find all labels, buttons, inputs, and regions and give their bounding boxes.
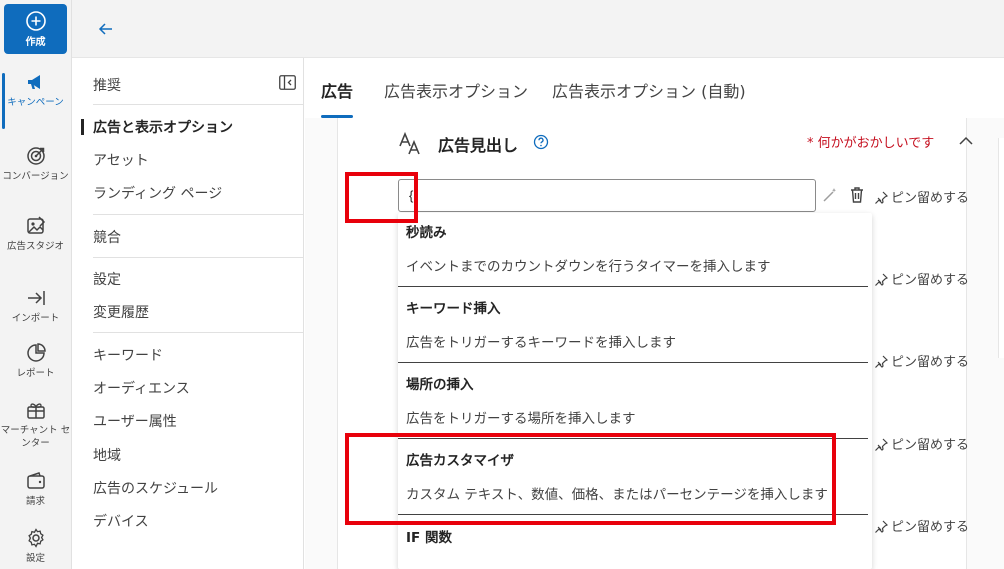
pin-button[interactable]: ピン留めする — [875, 269, 969, 288]
nav-item-competition[interactable]: 競合 — [93, 227, 121, 247]
rail-item-merchant-center[interactable]: マーチャント センター — [0, 399, 71, 450]
pin-label: ピン留めする — [891, 191, 970, 206]
rail-item-billing[interactable]: 請求 — [0, 470, 71, 508]
secondary-nav: 推奨 広告と表示オプション アセット ランディング ページ 競合 設定 変更履歴… — [72, 58, 304, 569]
back-arrow-icon[interactable] — [96, 19, 116, 39]
rail-label: マーチャント センター — [0, 425, 71, 449]
menu-item-description: イベントまでのカウントダウンを行うタイマーを挿入します — [406, 259, 771, 275]
nav-item-landing-pages[interactable]: ランディング ページ — [93, 183, 222, 203]
pin-button[interactable]: ピン留めする — [875, 516, 969, 535]
pin-label: ピン留めする — [891, 520, 970, 535]
nav-section-title: 推奨 — [93, 78, 121, 94]
menu-divider — [398, 286, 868, 287]
gear-icon — [27, 528, 44, 548]
create-label: 作成 — [25, 37, 46, 48]
nav-divider — [93, 257, 304, 258]
rail-label: 広告スタジオ — [6, 241, 64, 252]
wallet-icon — [26, 472, 45, 489]
pin-button[interactable]: ピン留めする — [875, 434, 969, 453]
menu-item-title: 広告カスタマイザ — [406, 453, 514, 469]
rail-label: レポート — [16, 368, 55, 379]
pin-icon — [875, 355, 889, 368]
pin-button[interactable]: ピン留めする — [875, 351, 969, 370]
nav-divider — [93, 332, 304, 333]
menu-item-title: IF 関数 — [406, 530, 452, 546]
rail-label: 設定 — [25, 553, 45, 564]
menu-item-location-insertion[interactable]: 場所の挿入 広告をトリガーする場所を挿入します — [398, 365, 868, 442]
pin-label: ピン留めする — [891, 273, 970, 288]
rail-item-conversions[interactable]: コンバージョン — [0, 145, 71, 183]
report-icon — [26, 343, 46, 362]
pin-icon — [875, 520, 889, 533]
text-size-icon — [399, 131, 420, 155]
plus-circle-icon — [25, 11, 46, 31]
pin-label: ピン留めする — [891, 355, 970, 370]
insert-dropdown-menu: 秒読み イベントまでのカウントダウンを行うタイマーを挿入します キーワード挿入 … — [398, 213, 872, 569]
nav-item-ads-and-extensions[interactable]: 広告と表示オプション — [81, 117, 233, 137]
menu-item-description: カスタム テキスト、数値、価格、またはパーセンテージを挿入します — [406, 487, 828, 503]
import-icon — [27, 291, 45, 305]
menu-item-description: 広告をトリガーするキーワードを挿入します — [406, 335, 676, 351]
rail-label: 請求 — [25, 496, 45, 507]
tab-ads[interactable]: 広告 — [321, 78, 354, 118]
help-icon[interactable] — [533, 134, 549, 150]
tab-bar: 広告 広告表示オプション 広告表示オプション (自動) — [305, 58, 1004, 118]
rail-item-settings[interactable]: 設定 — [0, 527, 71, 565]
rail-item-reports[interactable]: レポート — [0, 342, 71, 380]
create-button[interactable]: 作成 — [4, 4, 67, 54]
nav-divider — [93, 214, 304, 215]
merchant-gift-icon — [26, 403, 45, 419]
section-heading: 広告見出し — [438, 136, 519, 155]
nav-item-ad-schedule[interactable]: 広告のスケジュール — [93, 478, 218, 498]
trash-icon[interactable] — [849, 186, 865, 204]
menu-item-description: 広告をトリガーする場所を挿入します — [406, 411, 636, 427]
megaphone-icon — [27, 75, 40, 89]
menu-item-ad-customizer[interactable]: 広告カスタマイザ カスタム テキスト、数値、価格、またはパーセンテージを挿入しま… — [398, 441, 868, 518]
pin-icon — [875, 273, 889, 286]
ad-studio-icon — [26, 216, 45, 234]
rail-label: コンバージョン — [2, 171, 69, 182]
nav-item-devices[interactable]: デバイス — [93, 511, 149, 531]
menu-item-title: 場所の挿入 — [406, 377, 474, 393]
headline-card: 広告見出し * 何かがおかしいです ピン留めする ピン留めする ピン留めする ピ… — [337, 118, 973, 569]
rail-item-campaigns[interactable]: キャンペーン — [0, 71, 71, 129]
left-rail: 作成 キャンペーン コンバージョン 広告スタジオ インポート レポート マーチャ… — [0, 0, 72, 569]
rail-item-import[interactable]: インポート — [0, 287, 71, 325]
headline-input[interactable] — [398, 179, 816, 212]
pin-icon — [875, 438, 889, 451]
nav-item-keywords[interactable]: キーワード — [93, 345, 163, 365]
menu-item-keyword-insertion[interactable]: キーワード挿入 広告をトリガーするキーワードを挿入します — [398, 289, 868, 366]
pin-button[interactable]: ピン留めする — [875, 187, 969, 206]
tab-ad-extensions[interactable]: 広告表示オプション — [384, 78, 528, 102]
menu-item-title: キーワード挿入 — [406, 301, 501, 317]
nav-divider — [93, 104, 304, 105]
menu-item-title: 秒読み — [406, 225, 447, 241]
error-message: * 何かがおかしいです — [807, 136, 935, 151]
nav-item-assets[interactable]: アセット — [93, 150, 149, 170]
rail-label: キャンペーン — [7, 97, 64, 108]
main-content: 広告見出し * 何かがおかしいです ピン留めする ピン留めする ピン留めする ピ… — [305, 118, 1004, 569]
menu-item-if-function[interactable]: IF 関数 — [398, 518, 868, 569]
top-bar — [72, 0, 1004, 58]
chevron-up-icon[interactable] — [958, 134, 974, 148]
magic-wand-icon[interactable] — [821, 186, 839, 204]
rail-label: インポート — [11, 313, 60, 324]
menu-item-countdown[interactable]: 秒読み イベントまでのカウントダウンを行うタイマーを挿入します — [398, 213, 868, 290]
side-card — [998, 138, 1004, 358]
nav-item-demographics[interactable]: ユーザー属性 — [93, 411, 177, 431]
nav-item-settings[interactable]: 設定 — [93, 269, 121, 289]
rail-item-ad-studio[interactable]: 広告スタジオ — [0, 215, 71, 253]
menu-divider — [398, 362, 868, 363]
collapse-panel-icon[interactable] — [279, 75, 296, 90]
nav-item-change-history[interactable]: 変更履歴 — [93, 302, 149, 322]
target-icon — [26, 147, 45, 165]
tab-ad-extensions-auto[interactable]: 広告表示オプション (自動) — [552, 78, 746, 102]
menu-divider — [398, 514, 868, 515]
pin-icon — [875, 191, 889, 204]
nav-item-locations[interactable]: 地域 — [93, 445, 121, 465]
menu-divider — [398, 438, 868, 439]
pin-label: ピン留めする — [891, 438, 970, 453]
nav-item-audiences[interactable]: オーディエンス — [93, 378, 190, 398]
